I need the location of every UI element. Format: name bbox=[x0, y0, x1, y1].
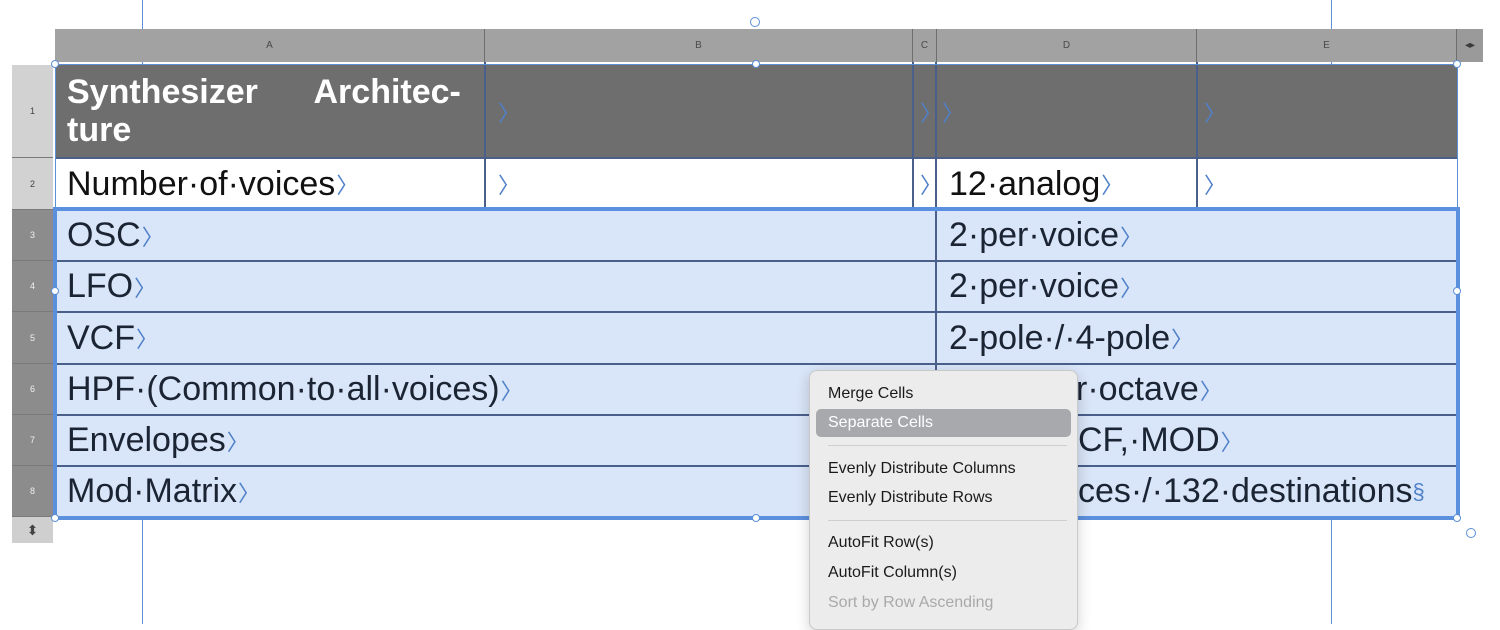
menu-item-autofit-rows[interactable]: AutoFit Row(s) bbox=[816, 529, 1071, 557]
column-label: C bbox=[920, 40, 929, 51]
row-label: 6 bbox=[29, 384, 35, 394]
resize-handle-bottom-right[interactable] bbox=[1453, 514, 1461, 522]
row-header-6[interactable]: 6 bbox=[12, 364, 53, 415]
row-header-2[interactable]: 2 bbox=[12, 158, 53, 210]
resize-handle-top-center[interactable] bbox=[752, 60, 760, 68]
row-header-5[interactable]: 5 bbox=[12, 312, 53, 364]
column-header-c[interactable]: C bbox=[913, 29, 937, 62]
menu-item-label: Separate Cells bbox=[828, 414, 933, 431]
column-label: A bbox=[266, 40, 273, 51]
row-header-3[interactable]: 3 bbox=[12, 210, 53, 261]
menu-item-label: Sort by Row Ascending bbox=[828, 594, 994, 611]
menu-item-label: AutoFit Row(s) bbox=[828, 534, 934, 551]
row-label: 7 bbox=[29, 435, 35, 445]
resize-handle-bottom-center[interactable] bbox=[752, 514, 760, 522]
column-resize-widget[interactable]: ◂▸ bbox=[1457, 29, 1483, 62]
column-label: B bbox=[695, 40, 702, 51]
column-header-a[interactable]: A bbox=[55, 29, 485, 62]
row-label: 2 bbox=[29, 178, 35, 189]
resize-handle-top-left[interactable] bbox=[51, 60, 59, 68]
resize-handle-bottom-left[interactable] bbox=[51, 514, 59, 522]
menu-item-autofit-columns[interactable]: AutoFit Column(s) bbox=[816, 559, 1071, 587]
menu-item-label: AutoFit Column(s) bbox=[828, 564, 957, 581]
menu-item-separate-cells[interactable]: Separate Cells bbox=[816, 409, 1071, 437]
resize-handle-middle-left[interactable] bbox=[51, 287, 59, 295]
row-label: 8 bbox=[29, 486, 35, 496]
column-header-b[interactable]: B bbox=[485, 29, 913, 62]
column-arrows-icon: ◂▸ bbox=[1464, 40, 1476, 51]
resize-handle-top-right[interactable] bbox=[1453, 60, 1461, 68]
row-label: 1 bbox=[29, 106, 35, 116]
row-resize-widget[interactable]: ⬍ bbox=[12, 517, 53, 543]
menu-separator bbox=[828, 520, 1067, 521]
column-header-e[interactable]: E bbox=[1197, 29, 1457, 62]
menu-separator bbox=[828, 445, 1067, 446]
row-label: 5 bbox=[29, 332, 35, 343]
row-header-1[interactable]: 1 bbox=[12, 65, 53, 158]
row-label: 3 bbox=[29, 230, 35, 240]
resize-handle-middle-right[interactable] bbox=[1453, 287, 1461, 295]
table-frame bbox=[55, 64, 1458, 519]
anchor-handle[interactable] bbox=[1466, 528, 1476, 538]
menu-item-label: Evenly Distribute Columns bbox=[828, 460, 1016, 477]
column-header-d[interactable]: D bbox=[937, 29, 1197, 62]
column-label: D bbox=[1062, 40, 1071, 51]
rotate-handle[interactable] bbox=[750, 17, 760, 27]
menu-item-label: Evenly Distribute Rows bbox=[828, 489, 993, 506]
row-header-7[interactable]: 7 bbox=[12, 415, 53, 466]
column-label: E bbox=[1323, 40, 1330, 51]
menu-item-merge-cells[interactable]: Merge Cells bbox=[816, 380, 1071, 408]
row-header-8[interactable]: 8 bbox=[12, 466, 53, 517]
row-arrows-icon: ⬍ bbox=[26, 521, 39, 538]
menu-item-sort-by-row-ascending: Sort by Row Ascending bbox=[816, 589, 1071, 617]
menu-item-label: Merge Cells bbox=[828, 385, 914, 402]
row-header-4[interactable]: 4 bbox=[12, 261, 53, 312]
row-label: 4 bbox=[29, 281, 35, 291]
menu-item-evenly-distribute-columns[interactable]: Evenly Distribute Columns bbox=[816, 455, 1071, 483]
menu-item-evenly-distribute-rows[interactable]: Evenly Distribute Rows bbox=[816, 484, 1071, 512]
